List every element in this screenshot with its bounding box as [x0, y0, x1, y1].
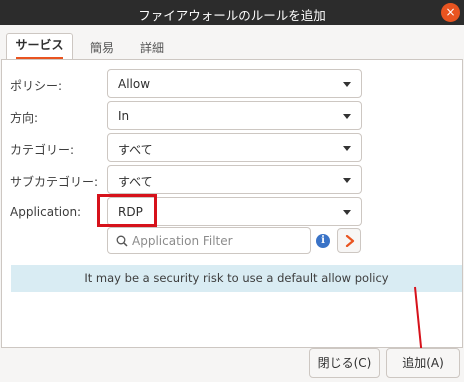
dialog-content: サービス 簡易 詳細 ポリシー: Allow 方向: In カテゴリー: すべて…: [0, 25, 464, 382]
close-button[interactable]: 閉じる(C): [309, 348, 380, 378]
window-title: ファイアウォールのルールを追加: [138, 8, 326, 23]
dropdown-arrow-icon: [343, 146, 351, 151]
direction-select[interactable]: In: [107, 101, 362, 130]
apply-filter-button[interactable]: [337, 228, 361, 253]
tab-advanced[interactable]: 詳細: [140, 39, 164, 61]
subcategory-select[interactable]: すべて: [107, 165, 362, 194]
policy-value: Allow: [118, 77, 151, 91]
search-icon: [116, 235, 128, 247]
dropdown-arrow-icon: [343, 210, 351, 215]
add-button[interactable]: 追加(A): [386, 348, 460, 378]
info-icon[interactable]: i: [316, 234, 330, 248]
warning-message: It may be a security risk to use a defau…: [84, 271, 389, 285]
security-warning-banner: It may be a security risk to use a defau…: [11, 265, 462, 292]
category-label: カテゴリー:: [10, 143, 75, 157]
policy-select[interactable]: Allow: [107, 69, 362, 98]
title-bar: ファイアウォールのルールを追加 ×: [0, 0, 464, 25]
application-label: Application:: [10, 205, 82, 219]
direction-label: 方向:: [10, 111, 39, 125]
tab-simple[interactable]: 簡易: [90, 39, 114, 61]
dropdown-arrow-icon: [343, 178, 351, 183]
chevron-right-icon: [345, 235, 355, 247]
subcategory-value: すべて: [118, 175, 153, 189]
filter-placeholder: Application Filter: [132, 234, 233, 248]
direction-value: In: [118, 109, 130, 123]
dropdown-arrow-icon: [343, 114, 351, 119]
tab-service[interactable]: サービス: [6, 33, 73, 59]
policy-label: ポリシー:: [10, 79, 63, 93]
dropdown-arrow-icon: [343, 82, 351, 87]
category-select[interactable]: すべて: [107, 133, 362, 162]
close-icon[interactable]: ×: [441, 3, 460, 22]
subcategory-label: サブカテゴリー:: [10, 175, 99, 189]
application-filter-input[interactable]: Application Filter: [107, 227, 311, 254]
category-value: すべて: [118, 143, 153, 157]
red-highlight-box: [97, 194, 157, 227]
